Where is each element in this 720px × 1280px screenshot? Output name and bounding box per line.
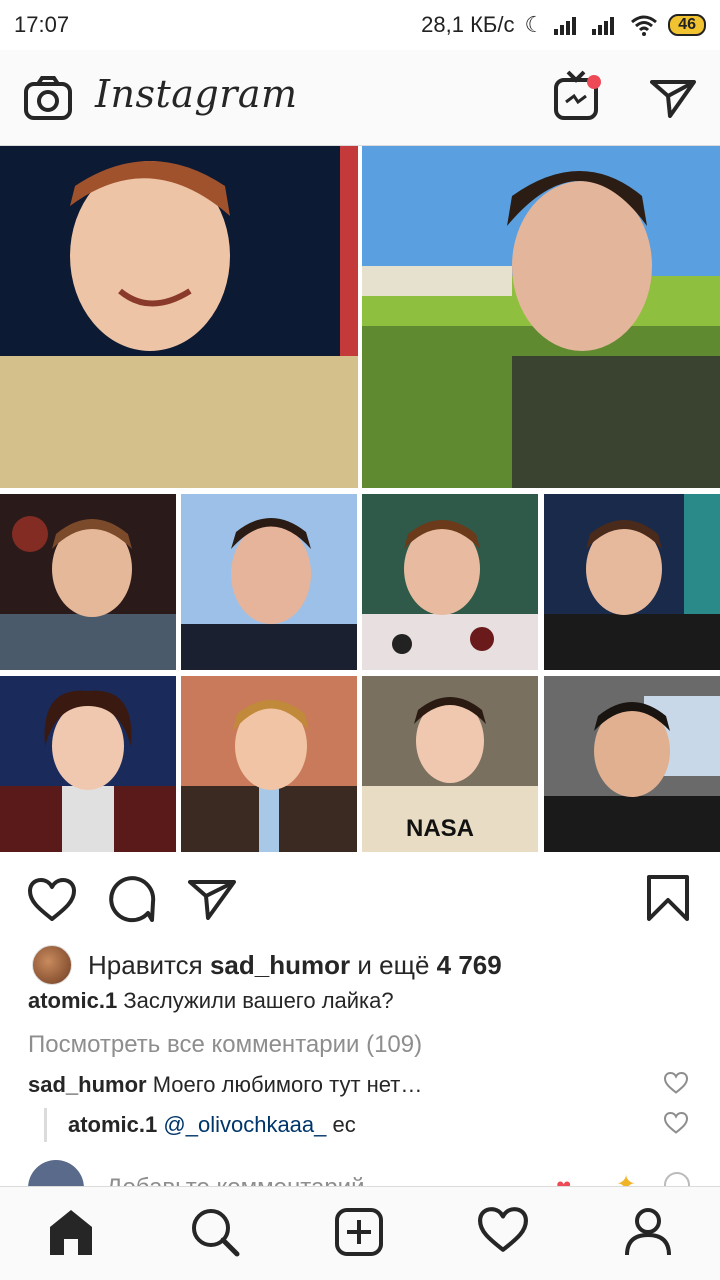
- new-post-icon[interactable]: [334, 1207, 384, 1257]
- svg-text:NASA: NASA: [406, 815, 474, 842]
- comment-like-icon[interactable]: [664, 1112, 688, 1134]
- comment-icon[interactable]: [108, 876, 156, 924]
- likes-summary[interactable]: Нравится sad_humor и ещё 4 769: [0, 942, 720, 988]
- grid-photo: NASA: [362, 676, 538, 852]
- comment-reply: atomic.1 @_olivochkaaa_ ес: [68, 1112, 356, 1138]
- caption: atomic.1 Заслужили вашего лайка?: [28, 988, 394, 1014]
- like-icon[interactable]: [28, 878, 76, 922]
- moon-icon: ☾: [524, 12, 545, 37]
- view-all-comments-link[interactable]: Посмотреть все комментарии (109): [28, 1031, 422, 1059]
- sparkle-emoji-icon[interactable]: ✦: [616, 1170, 636, 1186]
- heart-emoji-icon[interactable]: ♥: [556, 1172, 571, 1186]
- more-icon[interactable]: [664, 1172, 690, 1186]
- status-bar: 17:07 28,1 КБ/с ☾ 46: [0, 0, 720, 50]
- wifi-icon: [631, 15, 658, 36]
- comment-user[interactable]: atomic.1: [68, 1112, 157, 1137]
- avatar: [28, 1160, 84, 1186]
- save-icon[interactable]: [646, 874, 690, 922]
- caption-text: Заслужили вашего лайка?: [123, 988, 394, 1013]
- share-icon[interactable]: [188, 878, 236, 920]
- grid-photo: [544, 494, 720, 670]
- grid-photo: [0, 676, 176, 852]
- caption-user[interactable]: atomic.1: [28, 988, 117, 1013]
- bottom-nav: [0, 1186, 720, 1280]
- igtv-icon[interactable]: [554, 70, 604, 122]
- likes-count[interactable]: 4 769: [437, 950, 502, 981]
- signal-icon-2: [592, 17, 615, 35]
- grid-photo: [544, 676, 720, 852]
- top-bar: Instagram: [0, 50, 720, 146]
- search-icon[interactable]: [190, 1207, 240, 1257]
- avatar[interactable]: [32, 945, 72, 985]
- status-time: 17:07: [14, 12, 70, 37]
- direct-message-icon[interactable]: [650, 78, 696, 118]
- grid-photo: [181, 494, 357, 670]
- app-logo: Instagram: [95, 72, 298, 116]
- post-actions: [0, 852, 720, 942]
- grid-photo: [362, 146, 720, 488]
- comment: sad_humor Моего любимого тут нет…: [28, 1072, 422, 1098]
- network-speed: 28,1 КБ/с: [421, 12, 515, 37]
- battery-icon: 46: [668, 14, 706, 36]
- comment-user[interactable]: sad_humor: [28, 1072, 147, 1097]
- add-comment-input[interactable]: Добавьте комментарий...: [106, 1174, 384, 1186]
- activity-icon[interactable]: [478, 1207, 528, 1253]
- comment-like-icon[interactable]: [664, 1072, 688, 1094]
- comment-text: Моего любимого тут нет…: [152, 1072, 423, 1097]
- comment-mention[interactable]: @_olivochkaaa_: [163, 1112, 326, 1137]
- grid-photo: [181, 676, 357, 852]
- home-icon[interactable]: [46, 1207, 96, 1257]
- grid-photo: [0, 146, 358, 488]
- grid-photo: [362, 494, 538, 670]
- signal-icon: [554, 17, 577, 35]
- likes-prefix: Нравится: [88, 949, 203, 980]
- comment-text: ес: [332, 1112, 356, 1137]
- status-icons: 28,1 КБ/с ☾ 46: [421, 12, 706, 38]
- add-comment-row[interactable]: Добавьте комментарий... ♥ ✦: [0, 1160, 720, 1186]
- likes-user[interactable]: sad_humor: [210, 950, 350, 981]
- profile-icon[interactable]: [624, 1207, 672, 1257]
- grid-photo: [0, 494, 176, 670]
- reply-thread-line: [44, 1108, 47, 1142]
- photo-grid[interactable]: NASA: [0, 146, 720, 852]
- likes-middle: и ещё: [357, 949, 430, 980]
- camera-icon[interactable]: [24, 76, 72, 120]
